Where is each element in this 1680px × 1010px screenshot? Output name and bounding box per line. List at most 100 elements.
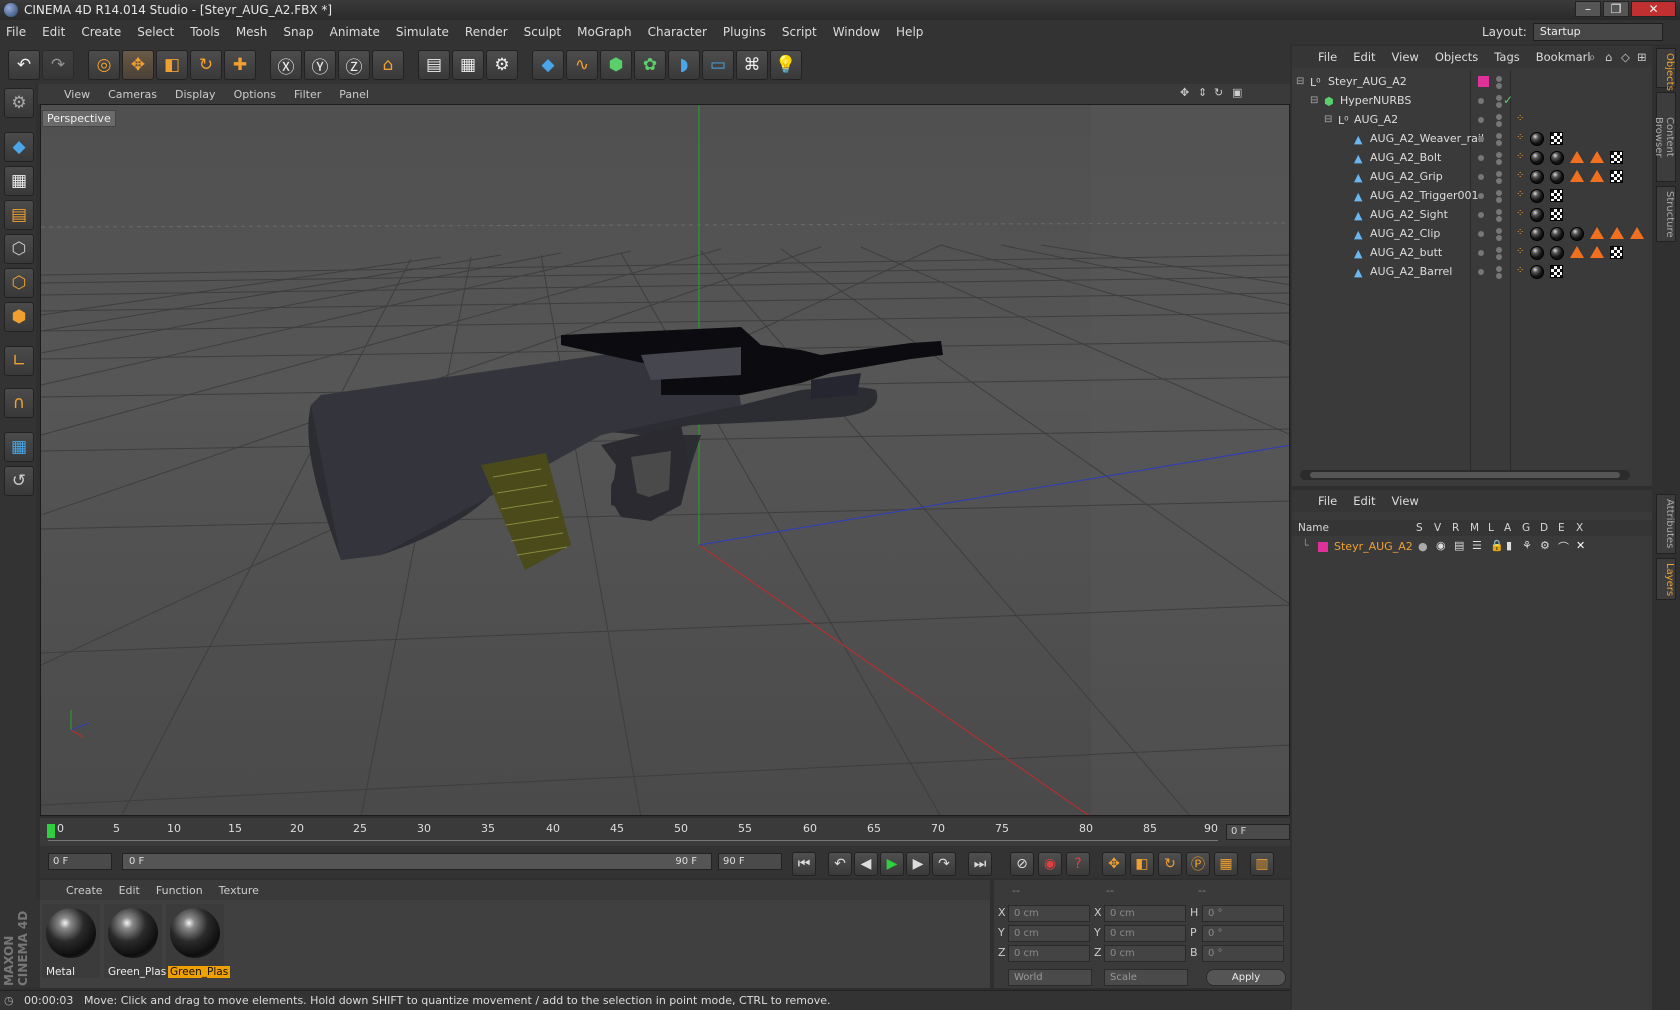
coordinate-space-dropdown[interactable]: World xyxy=(1008,969,1092,986)
go-to-end-icon[interactable]: ⏭ xyxy=(968,852,992,876)
eye-icon[interactable]: ◇ xyxy=(1621,50,1630,64)
tree-row-grip[interactable]: ▲ AUG_A2_Grip ⁘ xyxy=(1292,167,1652,187)
uvw-tag-icon[interactable] xyxy=(1550,265,1563,278)
cube-primitive-icon[interactable]: ◆ xyxy=(532,50,564,80)
maximize-button[interactable]: ❐ xyxy=(1603,1,1629,17)
selection-tag-icon[interactable] xyxy=(1570,246,1584,258)
render-picture-viewer-icon[interactable]: ▦ xyxy=(452,50,484,80)
nurbs-icon[interactable]: ⬢ xyxy=(600,50,632,80)
rotation-h-field[interactable]: 0 ° xyxy=(1202,905,1284,922)
rotate-tool-icon[interactable]: ↻ xyxy=(190,50,222,80)
size-z-field[interactable]: 0 cm xyxy=(1104,945,1186,962)
uvw-tag-icon[interactable] xyxy=(1610,246,1623,259)
layer-name[interactable]: Steyr_AUG_A2 xyxy=(1334,540,1413,553)
model-mode-icon[interactable]: ◆ xyxy=(4,132,34,162)
coordinate-system-icon[interactable]: ⌂ xyxy=(372,50,404,80)
menu-sculpt[interactable]: Sculpt xyxy=(524,25,561,39)
viewport-move-icon[interactable]: ✥ xyxy=(1180,86,1189,99)
material-tag-icon[interactable] xyxy=(1550,246,1564,260)
viewport-menu-panel[interactable]: Panel xyxy=(339,88,369,101)
material-tag-icon[interactable] xyxy=(1530,151,1544,165)
previous-key-icon[interactable]: ↶ xyxy=(828,852,852,876)
recent-tools-icon[interactable]: ✚ xyxy=(224,50,256,80)
tree-row-weaver-rail[interactable]: ▲ AUG_A2_Weaver_rail ⁘ xyxy=(1292,129,1652,149)
tab-attributes[interactable]: Attributes xyxy=(1656,494,1676,554)
menu-snap[interactable]: Snap xyxy=(283,25,313,39)
tree-row-aug-a2[interactable]: ⊟ L⁰ AUG_A2 ⁘ xyxy=(1292,110,1652,130)
menu-render[interactable]: Render xyxy=(465,25,508,39)
size-x-field[interactable]: 0 cm xyxy=(1104,905,1186,922)
visibility-editor-dot[interactable] xyxy=(1496,152,1502,158)
visibility-editor-dot[interactable] xyxy=(1496,76,1502,82)
visibility-editor-dot[interactable] xyxy=(1496,247,1502,253)
viewport-menu-cameras[interactable]: Cameras xyxy=(108,88,157,101)
record-keys-icon[interactable]: ⊘ xyxy=(1010,852,1034,876)
objects-menu-objects[interactable]: Objects xyxy=(1435,50,1478,64)
visibility-render-dot[interactable] xyxy=(1496,178,1502,184)
visibility-render-dot[interactable] xyxy=(1496,197,1502,203)
start-frame-field[interactable]: 0 F xyxy=(48,853,112,870)
viewport-zoom-icon[interactable]: ⇕ xyxy=(1198,86,1207,99)
camera-icon[interactable]: ⌘ xyxy=(736,50,768,80)
3d-viewport[interactable] xyxy=(40,104,1290,816)
render-settings-icon[interactable]: ⚙ xyxy=(486,50,518,80)
size-y-field[interactable]: 0 cm xyxy=(1104,925,1186,942)
workplane-mode-icon[interactable]: ▤ xyxy=(4,200,34,230)
phong-tag-icon[interactable]: ⁘ xyxy=(1516,132,1526,143)
menu-mograph[interactable]: MoGraph xyxy=(577,25,632,39)
edges-mode-icon[interactable]: ⬡ xyxy=(4,268,34,298)
uvw-tag-icon[interactable] xyxy=(1550,189,1563,202)
objects-menu-tags[interactable]: Tags xyxy=(1494,50,1519,64)
solo-toggle-icon[interactable]: ● xyxy=(1418,540,1428,553)
selection-tag-icon[interactable] xyxy=(1590,151,1604,163)
material-swatch[interactable]: Green_Plas xyxy=(104,904,166,978)
objects-menu-edit[interactable]: Edit xyxy=(1353,50,1375,64)
floor-environment-icon[interactable]: ▭ xyxy=(702,50,734,80)
material-tag-icon[interactable] xyxy=(1530,208,1544,222)
material-tag-icon[interactable] xyxy=(1530,170,1544,184)
render-toggle-icon[interactable]: ▤ xyxy=(1454,539,1464,552)
playhead-marker[interactable] xyxy=(47,824,55,838)
collapse-toggle-icon[interactable]: ⊟ xyxy=(1310,95,1322,107)
move-tool-icon[interactable]: ✥ xyxy=(122,50,154,80)
visibility-editor-dot[interactable] xyxy=(1496,133,1502,139)
layer-col-render[interactable]: R xyxy=(1452,522,1459,534)
visibility-render-dot[interactable] xyxy=(1496,273,1502,279)
minimize-button[interactable]: – xyxy=(1575,1,1601,17)
search-icon[interactable]: ⌕ xyxy=(1589,50,1595,65)
menu-character[interactable]: Character xyxy=(648,25,707,39)
material-menu-create[interactable]: Create xyxy=(66,884,103,897)
next-frame-icon[interactable]: ▶ xyxy=(906,852,930,876)
play-icon[interactable]: ▶ xyxy=(880,852,904,876)
rotation-p-field[interactable]: 0 ° xyxy=(1202,925,1284,942)
deformer-icon[interactable]: ◗ xyxy=(668,50,700,80)
tab-objects[interactable]: Objects xyxy=(1656,48,1676,91)
menu-tools[interactable]: Tools xyxy=(190,25,220,39)
visibility-render-dot[interactable] xyxy=(1496,83,1502,89)
y-axis-lock-icon[interactable]: Ⓨ xyxy=(304,50,336,80)
viewport-menu-display[interactable]: Display xyxy=(175,88,216,101)
planar-workplane-icon[interactable]: ↺ xyxy=(4,466,34,496)
material-menu-function[interactable]: Function xyxy=(156,884,203,897)
layer-row[interactable]: └ Steyr_AUG_A2 ● ◉ ▤ ☰ 🔒 ▮ ⚘ ⚙ ⌒ ✕ xyxy=(1292,538,1652,556)
position-y-field[interactable]: 0 cm xyxy=(1008,925,1090,942)
menu-edit[interactable]: Edit xyxy=(42,25,65,39)
array-mograph-icon[interactable]: ✿ xyxy=(634,50,666,80)
viewport-rotate-icon[interactable]: ↻ xyxy=(1214,86,1223,99)
material-tag-icon[interactable] xyxy=(1550,170,1564,184)
uvw-tag-icon[interactable] xyxy=(1550,132,1563,145)
rotation-b-field[interactable]: 0 ° xyxy=(1202,945,1284,962)
material-swatch-selected[interactable]: Green_Plas xyxy=(166,904,231,978)
apply-button[interactable]: Apply xyxy=(1206,969,1286,986)
menu-help[interactable]: Help xyxy=(896,25,923,39)
layer-col-deformers[interactable]: D xyxy=(1540,522,1548,534)
layer-col-generators[interactable]: G xyxy=(1522,522,1530,534)
menu-window[interactable]: Window xyxy=(833,25,880,39)
objects-menu-view[interactable]: View xyxy=(1392,50,1419,64)
material-tag-icon[interactable] xyxy=(1530,246,1544,260)
undo-icon[interactable]: ↶ xyxy=(8,50,40,80)
selection-tag-icon[interactable] xyxy=(1590,246,1604,258)
tree-row-hypernurbs[interactable]: ⊟ ⬢ HyperNURBS ✓ xyxy=(1292,91,1652,111)
uvw-tag-icon[interactable] xyxy=(1610,170,1623,183)
collapse-toggle-icon[interactable]: ⊟ xyxy=(1324,114,1336,126)
